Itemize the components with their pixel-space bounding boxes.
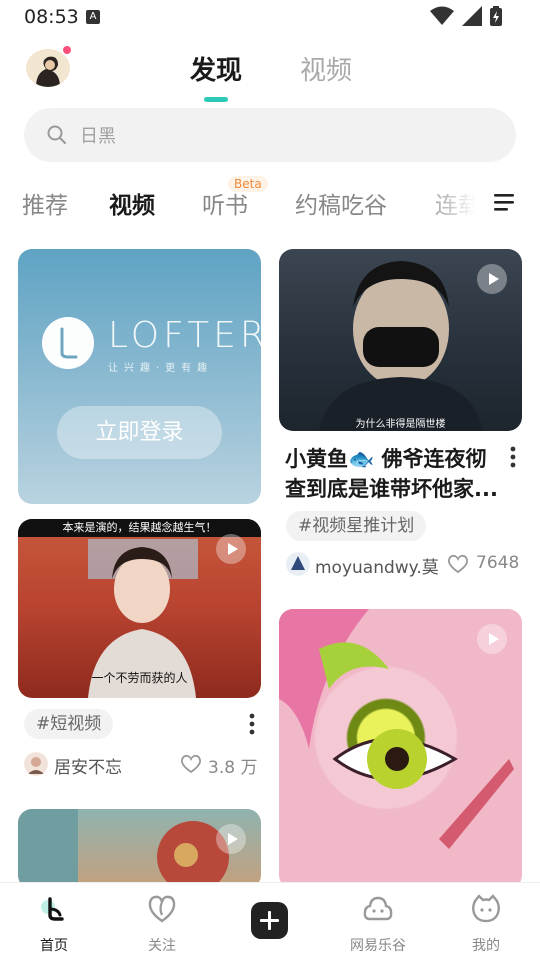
like-count: 7648 <box>476 553 520 573</box>
search-icon <box>47 125 67 145</box>
login-slogan: 让兴趣·更有趣 <box>108 363 214 374</box>
video-thumbnail-4[interactable] <box>279 609 522 889</box>
status-icons <box>430 6 502 26</box>
more-options-icon[interactable] <box>248 713 256 735</box>
heart-follow-icon <box>148 895 176 923</box>
wifi-icon <box>430 6 454 25</box>
notification-icon: A <box>86 10 100 24</box>
heart-icon[interactable] <box>180 754 202 774</box>
category-tab-commission[interactable]: 约稿吃谷 <box>295 186 387 220</box>
signal-icon <box>462 6 482 26</box>
plus-icon[interactable] <box>251 902 288 939</box>
hamburger-menu-icon[interactable] <box>494 192 516 212</box>
category-fade <box>420 180 490 224</box>
tab-discover[interactable]: 发现 <box>190 50 242 87</box>
play-icon <box>216 824 246 854</box>
video-subtitle: 一个不劳而获的人 <box>91 671 188 685</box>
cat-face-icon <box>472 894 500 923</box>
beta-badge: Beta <box>228 176 268 192</box>
search-placeholder: 日黑 <box>80 126 116 147</box>
user-avatar[interactable] <box>26 49 70 87</box>
author-avatar[interactable] <box>286 552 310 576</box>
category-tab-recommend[interactable]: 推荐 <box>22 186 68 220</box>
login-button[interactable]: 立即登录 <box>57 406 222 459</box>
more-options-icon[interactable] <box>509 446 517 468</box>
nav-home[interactable]: 首页 <box>9 883 99 960</box>
heart-icon[interactable] <box>447 554 469 574</box>
nav-label: 我的 <box>472 938 500 954</box>
author-name[interactable]: moyuandwy.莫 <box>315 553 439 578</box>
status-time: 08:53 <box>24 6 79 28</box>
lofter-home-icon <box>41 897 64 921</box>
tab-video[interactable]: 视频 <box>300 50 352 87</box>
video-title[interactable]: 小黄鱼🐟 佛爷连夜彻查到底是谁带坏他家... <box>285 444 500 504</box>
battery-icon <box>490 6 502 26</box>
video-tag[interactable]: #视频星推计划 <box>286 511 427 541</box>
cloud-face-icon <box>363 896 393 921</box>
notification-dot <box>63 46 71 54</box>
active-tab-indicator <box>204 97 228 102</box>
nav-label: 首页 <box>40 938 68 954</box>
avatar-illustration <box>26 49 70 87</box>
lofter-logo-icon <box>42 317 94 369</box>
video-tag[interactable]: #短视频 <box>24 709 114 739</box>
author-name[interactable]: 居安不忘 <box>54 753 122 778</box>
nav-label: 关注 <box>148 938 176 954</box>
like-count: 3.8 万 <box>208 758 258 778</box>
nav-lofter-valley[interactable]: 网易乐谷 <box>333 883 423 960</box>
video-caption: 为什么非得是隔世楼 <box>355 419 446 430</box>
play-icon <box>477 624 507 654</box>
login-card[interactable]: LOFTER 让兴趣·更有趣 立即登录 <box>18 249 261 504</box>
video-thumbnail-2[interactable]: 本来是演的，结果越念越生气！ 一个不劳而获的人 <box>18 519 261 698</box>
play-icon <box>477 264 507 294</box>
nav-me[interactable]: 我的 <box>441 883 531 960</box>
status-bar: 08:53 A <box>0 0 540 34</box>
author-avatar[interactable] <box>24 752 48 776</box>
video-thumbnail-3[interactable] <box>18 809 261 889</box>
video-thumbnail-1[interactable]: 为什么非得是隔世楼 <box>279 249 522 431</box>
category-tab-video[interactable]: 视频 <box>109 186 155 220</box>
play-icon <box>216 534 246 564</box>
lofter-logo-text: LOFTER <box>108 315 261 356</box>
nav-follow[interactable]: 关注 <box>117 883 207 960</box>
search-input[interactable]: 日黑 <box>24 108 516 162</box>
nav-label: 网易乐谷 <box>350 938 406 954</box>
